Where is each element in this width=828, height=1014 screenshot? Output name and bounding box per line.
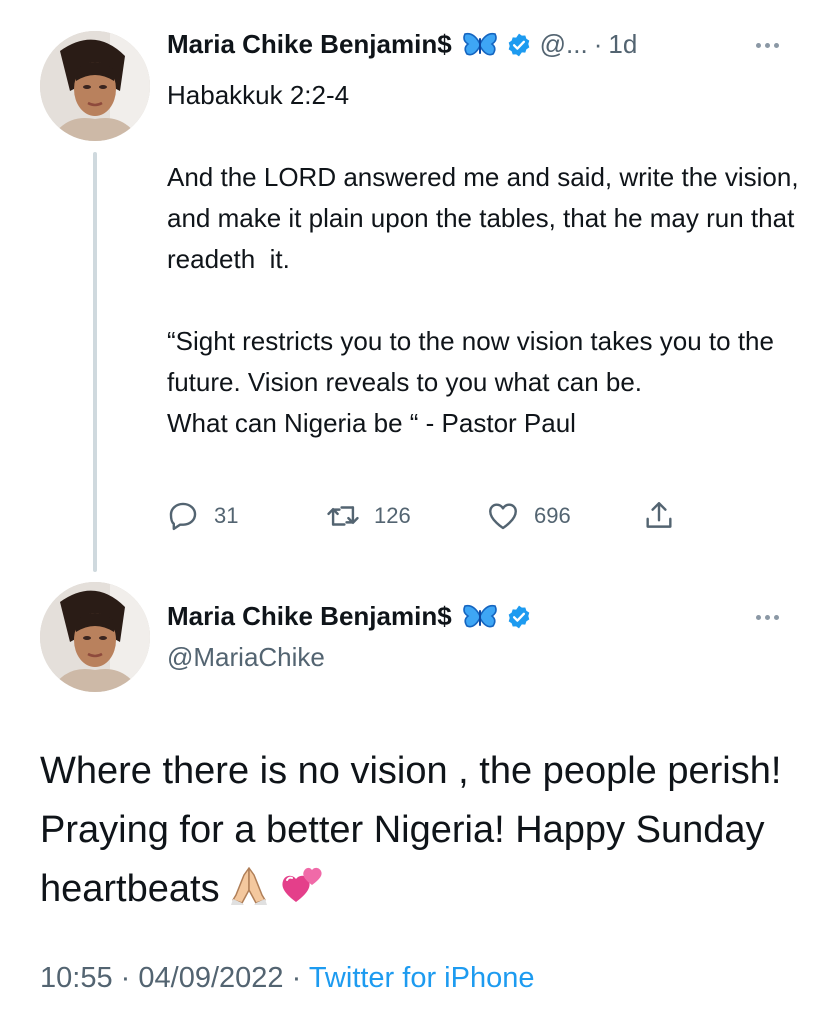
tweet2-header: Maria Chike Benjamin$ (167, 601, 532, 632)
username-handle[interactable]: @MariaChike (167, 642, 325, 673)
tweet-main-text: Where there is no vision , the people pe… (40, 742, 800, 919)
retweet-count: 126 (374, 503, 411, 528)
verified-badge-icon (508, 605, 529, 628)
tweet1-header: Maria Chike Benjamin$ @... · 1d (167, 29, 637, 60)
tweet-time[interactable]: 10:55 (40, 962, 113, 994)
retweet-icon (327, 506, 359, 526)
display-name[interactable]: Maria Chike Benjamin$ (167, 29, 452, 60)
two-hearts-emoji (282, 867, 322, 902)
share-button[interactable] (642, 496, 676, 536)
heart-icon (489, 503, 517, 530)
tweet-metadata: 10:55 · 04/09/2022 · Twitter for iPhone (40, 962, 534, 995)
tweet-actions: 31 126 696 (166, 496, 686, 536)
folded-hands-emoji (231, 867, 268, 905)
share-icon (646, 502, 672, 528)
butterfly-icon (462, 604, 497, 627)
separator-dot: · (291, 962, 302, 994)
like-button[interactable]: 696 (486, 496, 571, 536)
tweet-timestamp[interactable]: 1d (608, 29, 637, 60)
reply-count: 31 (214, 503, 239, 528)
username-handle[interactable]: @... (540, 29, 588, 60)
reply-button[interactable]: 31 (166, 496, 238, 536)
tweet-text: Habakkuk 2:2-4 And the LORD answered me … (167, 80, 799, 438)
retweet-button[interactable]: 126 (326, 496, 411, 536)
display-name[interactable]: Maria Chike Benjamin$ (167, 601, 452, 632)
more-options-icon[interactable] (756, 615, 779, 620)
thread-connector-line (93, 152, 97, 572)
avatar[interactable] (40, 582, 150, 692)
reply-icon (169, 502, 197, 531)
more-options-icon[interactable] (756, 43, 779, 48)
tweet-date[interactable]: 04/09/2022 (138, 962, 283, 994)
like-count: 696 (534, 503, 571, 528)
separator-dot: · (120, 962, 131, 994)
avatar[interactable] (40, 31, 150, 141)
tweet-text: Where there is no vision , the people pe… (40, 750, 782, 910)
tweet-source-link[interactable]: Twitter for iPhone (309, 962, 535, 994)
verified-badge-icon (508, 33, 529, 56)
butterfly-icon (462, 32, 497, 55)
separator-dot: · (593, 29, 603, 59)
